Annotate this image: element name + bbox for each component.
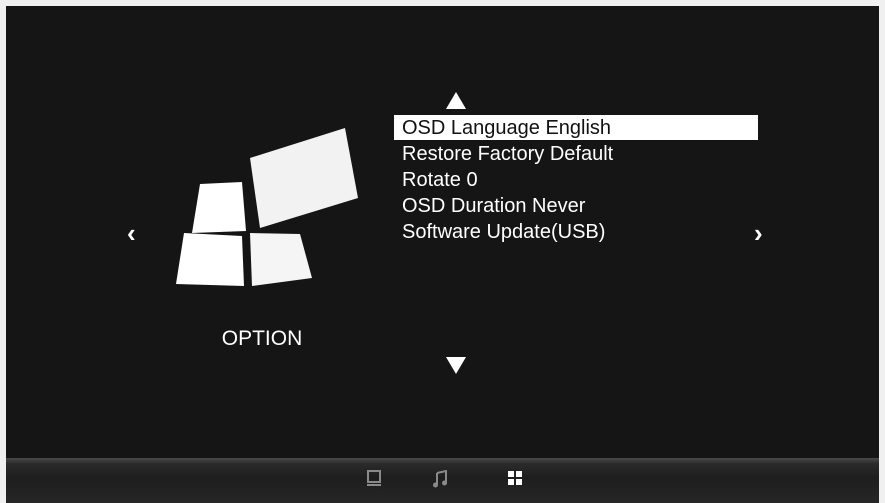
menu-item-osd-language[interactable]: OSD Language English <box>394 115 758 140</box>
section-title: OPTION <box>221 327 303 350</box>
options-menu: OSD Language English Restore Factory Def… <box>394 115 758 245</box>
grid-icon[interactable] <box>507 470 523 486</box>
menu-item-restore-factory-default[interactable]: Restore Factory Default <box>394 141 758 167</box>
previous-category-arrow[interactable]: ‹ <box>127 220 136 246</box>
option-blocks-icon <box>176 128 358 286</box>
menu-item-rotate[interactable]: Rotate 0 <box>394 167 758 193</box>
menu-item-osd-duration[interactable]: OSD Duration Never <box>394 193 758 219</box>
menu-item-software-update[interactable]: Software Update(USB) <box>394 219 758 245</box>
up-arrow-icon[interactable] <box>446 92 466 109</box>
monitor-icon[interactable] <box>366 470 382 488</box>
down-arrow-icon[interactable] <box>446 357 466 374</box>
music-note-icon[interactable] <box>432 470 448 488</box>
